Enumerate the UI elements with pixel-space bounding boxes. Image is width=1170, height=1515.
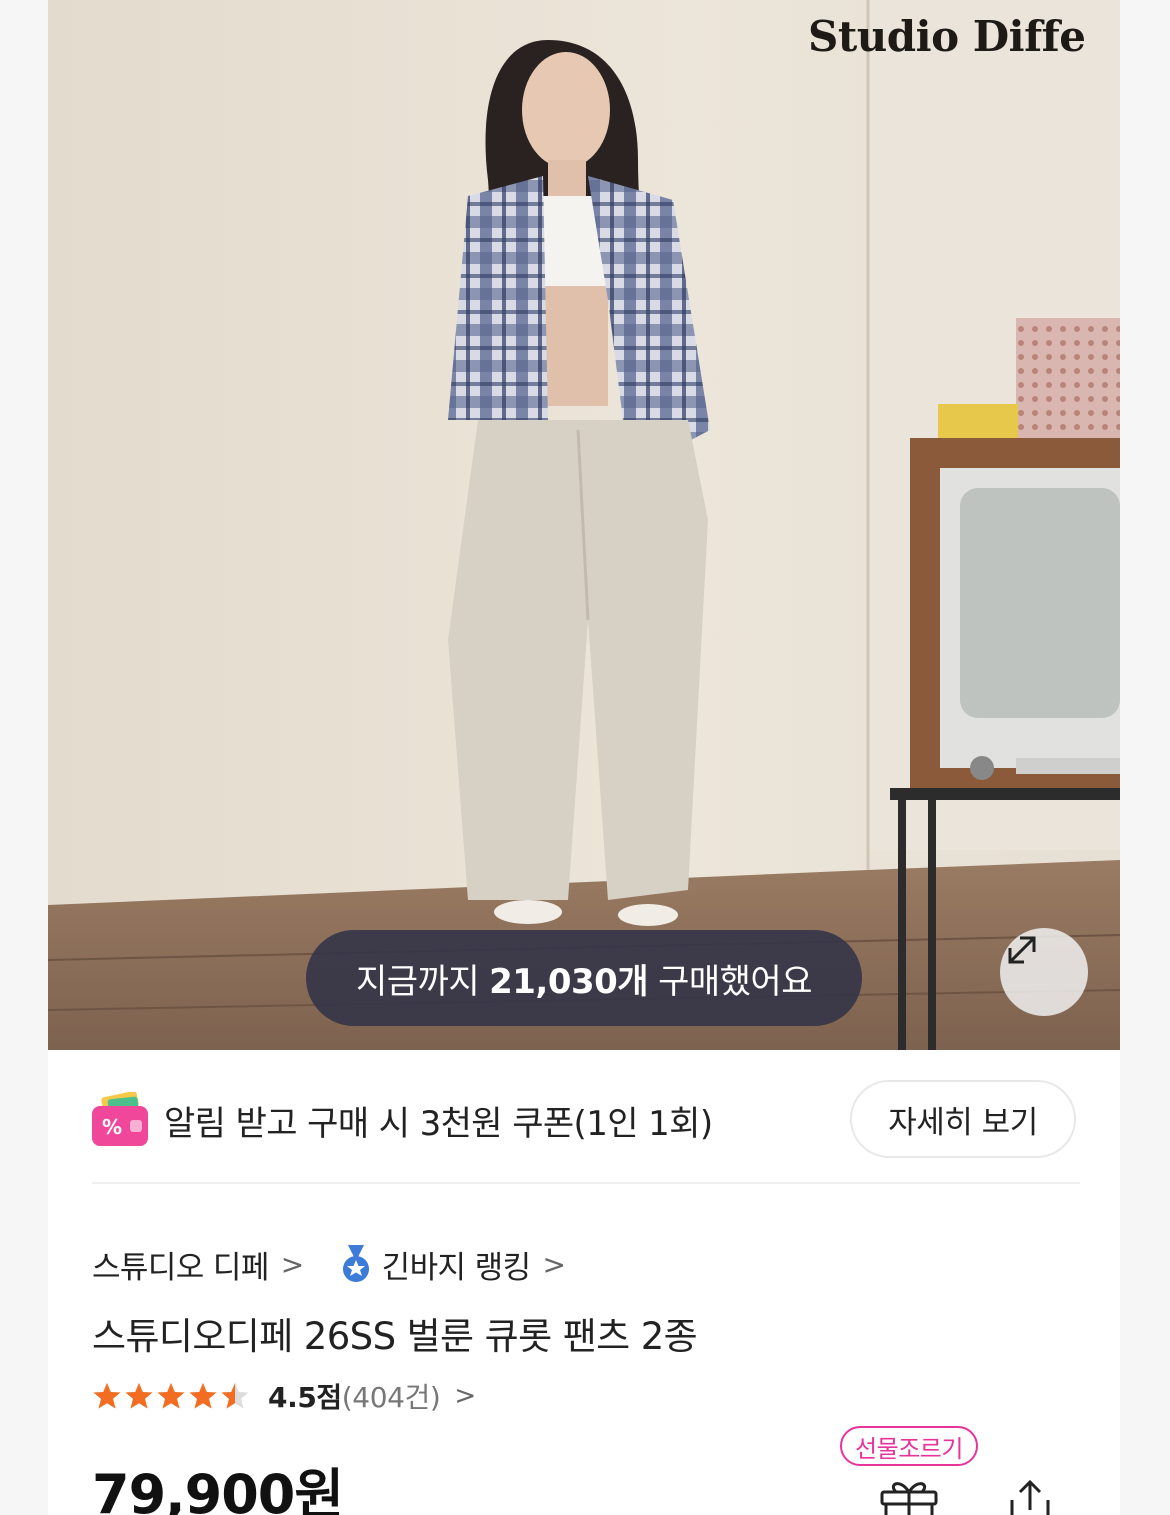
expand-image-button[interactable] — [1000, 928, 1088, 1016]
product-photo — [48, 0, 1120, 1050]
purchase-prefix: 지금까지 — [355, 961, 480, 1002]
star-icon — [189, 1383, 217, 1409]
brand-logo: Studio Diffe — [808, 12, 1086, 61]
app-frame: Studio Diffe 지금까지 21,030개 구매했어요 % 알림 받고 — [0, 0, 1170, 1515]
brand-link[interactable]: 스튜디오 디페 > — [92, 1242, 304, 1287]
chevron-right-icon: > — [542, 1247, 566, 1281]
purchase-suffix: 구매했어요 — [658, 961, 812, 1002]
brand-link-label: 스튜디오 디페 — [92, 1249, 269, 1286]
coupon-wallet-icon: % — [92, 1092, 148, 1146]
product-hero-image[interactable]: Studio Diffe 지금까지 21,030개 구매했어요 — [48, 0, 1120, 1050]
review-count: (404건) — [341, 1381, 441, 1414]
medal-icon — [342, 1245, 369, 1282]
view-details-button[interactable]: 자세히 보기 — [850, 1080, 1076, 1158]
product-info-panel: % 알림 받고 구매 시 3천원 쿠폰(1인 1회) 자세히 보기 스튜디오 디… — [48, 1050, 1120, 1515]
purchase-count: 21,030개 — [489, 961, 649, 1002]
gift-request-badge[interactable]: 선물조르기 — [840, 1426, 978, 1466]
rating-row[interactable]: 4.5점 (404건) > — [92, 1376, 476, 1416]
left-gutter — [0, 0, 48, 1515]
star-icon — [221, 1383, 249, 1409]
coupon-banner[interactable]: % 알림 받고 구매 시 3천원 쿠폰(1인 1회) 자세히 보기 — [92, 1080, 1082, 1158]
product-price: 79,900원 — [92, 1463, 344, 1515]
rating-score: 4.5점 — [268, 1381, 342, 1414]
star-rating — [92, 1381, 252, 1411]
star-icon — [93, 1383, 121, 1409]
purchase-count-pill: 지금까지 21,030개 구매했어요 — [306, 930, 862, 1026]
star-icon — [157, 1383, 185, 1409]
product-title: 스튜디오디페 26SS 벌룬 큐롯 팬츠 2종 — [92, 1315, 698, 1358]
breadcrumb: 스튜디오 디페 > 긴바지 랭킹 > — [92, 1242, 566, 1287]
coupon-text: 알림 받고 구매 시 3천원 쿠폰(1인 1회) — [164, 1104, 713, 1144]
expand-icon — [1008, 936, 1036, 964]
svg-text:%: % — [102, 1115, 122, 1139]
star-icon — [125, 1383, 153, 1409]
divider — [92, 1182, 1080, 1184]
ranking-link[interactable]: 긴바지 랭킹 > — [340, 1242, 566, 1287]
right-gutter — [1120, 0, 1170, 1515]
chevron-right-icon: > — [454, 1381, 477, 1411]
gift-icon[interactable] — [878, 1478, 940, 1515]
chevron-right-icon: > — [280, 1247, 304, 1281]
ranking-link-label: 긴바지 랭킹 — [381, 1249, 531, 1286]
share-icon[interactable] — [1002, 1478, 1058, 1515]
